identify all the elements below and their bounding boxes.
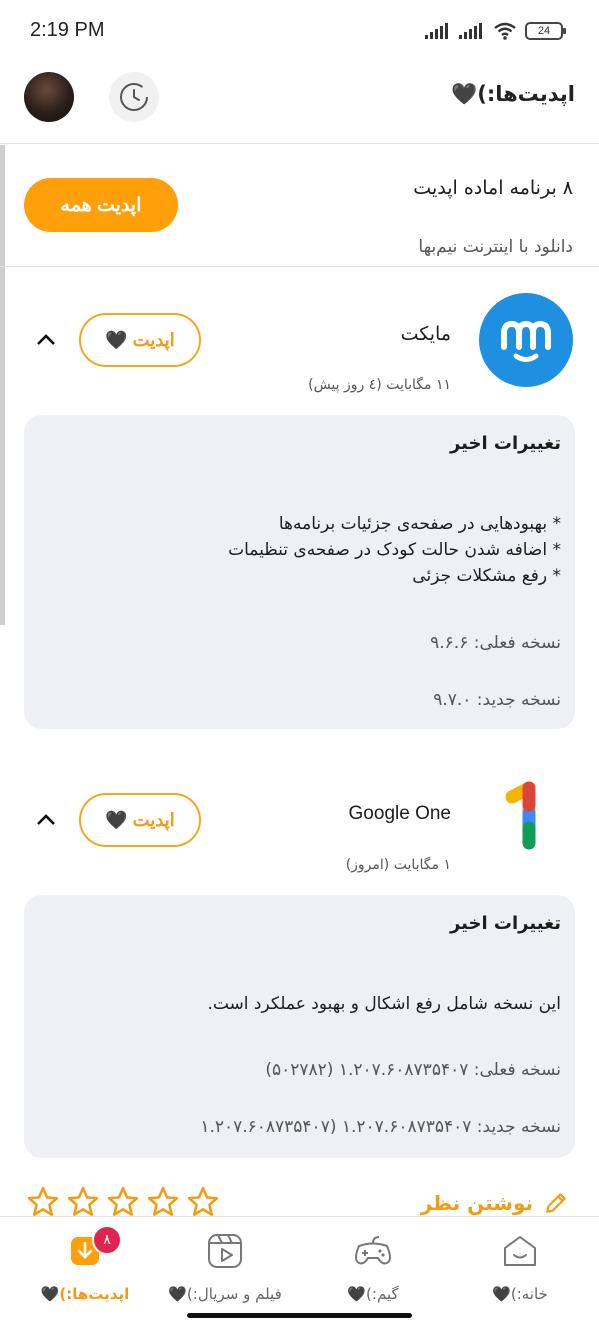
home-indicator [187,1313,412,1318]
nav-games[interactable]: گیم:)🖤 [298,1231,448,1311]
chevron-up-icon[interactable] [34,808,58,832]
updates-badge: ۸ [92,1225,122,1255]
nav-games-label: گیم:)🖤 [347,1285,399,1303]
status-icons: 24 [425,22,566,40]
update-all-button[interactable]: اپدیت همه [24,178,178,232]
star-icon[interactable] [26,1186,60,1218]
write-review-label: نوشتن نظر [420,1191,533,1215]
wifi-icon [494,22,516,40]
google-one-logo-icon [505,781,536,850]
app-size-date: ۱۱ مگابایت (٤ روز پیش) [308,377,451,393]
nav-movies-label: فیلم و سریال:)🖤 [168,1285,282,1303]
update-button[interactable]: اپدیت 🖤 [79,313,201,367]
changelog-title: تغییرات اخیر [449,433,561,454]
rating-stars[interactable] [26,1186,220,1218]
history-button[interactable] [109,72,159,122]
myket-logo-icon [479,293,573,387]
app-size-date: ۱ مگابایت (امروز) [345,857,451,873]
changelog-panel: تغییرات اخیر * بهبودهایی در صفحه‌ی جزئیا… [24,415,575,729]
new-version: نسخه جدید: ۱.۲۰۷.۶۰۸۷۳۵۴۰۷ (۱.۲۰۷.۶۰۸۷۳۵… [200,1117,561,1137]
nav-updates[interactable]: ۸ اپدیت‌ها:)🖤 [10,1225,160,1311]
chevron-up-icon[interactable] [34,328,58,352]
home-icon [500,1231,540,1271]
page-title: اپدیت‌ها:)🖤 [451,82,575,106]
video-icon [205,1231,245,1271]
write-review-link[interactable]: نوشتن نظر [421,1190,569,1216]
avatar[interactable] [24,72,74,122]
signal-icon [425,23,448,39]
nav-updates-label: اپدیت‌ها:)🖤 [40,1285,130,1303]
half-price-download-text: دانلود با اینترنت نیم‌بها [418,237,573,257]
changelog-body: این نسخه شامل رفع اشکال و بهبود عملکرد ا… [207,994,561,1014]
changelog-body: * بهبودهایی در صفحه‌ی جزئیات برنامه‌ها *… [228,514,561,586]
signal-icon [459,23,482,39]
clock-icon [120,83,148,111]
star-icon[interactable] [66,1186,100,1218]
status-bar: 2:19 PM 24 [0,0,599,62]
changelog-panel: تغییرات اخیر این نسخه شامل رفع اشکال و ب… [24,895,575,1158]
update-button[interactable]: اپدیت 🖤 [79,793,201,847]
status-time: 2:19 PM [30,19,105,41]
top-app-bar: اپدیت‌ها:)🖤 [0,62,599,144]
updates-count-text: ۸ برنامه اماده اپدیت [413,177,573,199]
current-version: نسخه فعلی: ۱.۲۰۷.۶۰۸۷۳۵۴۰۷ (۵۰۲۷۸۲) [265,1060,561,1080]
app-row-google-one[interactable]: Google One ۱ مگابایت (امروز) اپدیت 🖤 [0,773,599,883]
star-icon[interactable] [106,1186,140,1218]
app-name: Google One [348,803,451,824]
battery-icon: 24 [525,22,566,40]
nav-home-label: خانه:)🖤 [492,1285,548,1303]
pencil-icon [546,1193,566,1213]
current-version: نسخه فعلی: ۹.۶.۶ [430,633,561,653]
updates-summary: اپدیت همه ۸ برنامه اماده اپدیت دانلود با… [0,145,599,267]
new-version: نسخه جدید: ۹.۷.۰ [433,690,561,710]
review-row: نوشتن نظر [0,1178,599,1218]
nav-home[interactable]: خانه:)🖤 [445,1231,595,1311]
changelog-title: تغییرات اخیر [449,913,561,934]
star-icon[interactable] [186,1186,220,1218]
gamepad-icon [353,1231,393,1271]
nav-movies[interactable]: فیلم و سریال:)🖤 [150,1231,300,1311]
star-icon[interactable] [146,1186,180,1218]
app-name: مایکت [400,323,451,345]
app-row-myket[interactable]: مایکت ۱۱ مگابایت (٤ روز پیش) اپدیت 🖤 [0,293,599,403]
